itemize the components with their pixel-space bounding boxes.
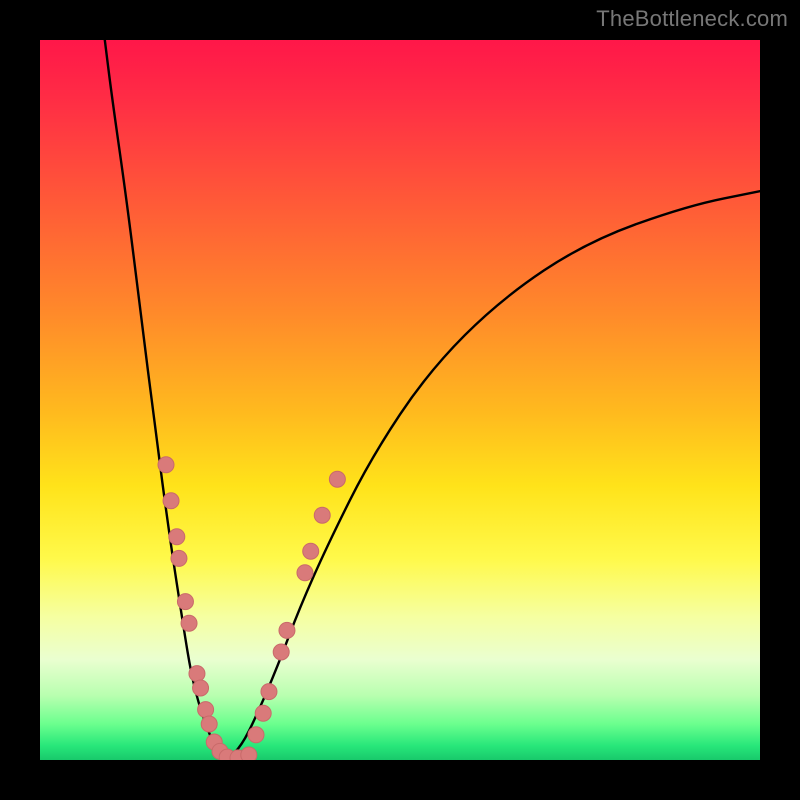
curve-marker <box>158 457 174 473</box>
plot-area <box>40 40 760 760</box>
curve-marker <box>297 565 313 581</box>
curve-marker <box>181 615 197 631</box>
curve-marker <box>261 684 277 700</box>
curve-marker <box>279 622 295 638</box>
curve-marker <box>273 644 289 660</box>
curve-marker <box>303 543 319 559</box>
curve-layer <box>40 40 760 760</box>
curve-marker <box>248 727 264 743</box>
curve-marker <box>169 529 185 545</box>
curve-marker <box>241 747 257 760</box>
curve-marker <box>171 550 187 566</box>
watermark-text: TheBottleneck.com <box>596 6 788 32</box>
curve-marker <box>177 594 193 610</box>
curve-marker <box>201 716 217 732</box>
curve-marker <box>314 507 330 523</box>
curve-marker <box>163 493 179 509</box>
bottleneck-curve-right <box>227 191 760 760</box>
curve-marker <box>193 680 209 696</box>
curve-marker <box>198 702 214 718</box>
curve-marker <box>329 471 345 487</box>
chart-stage: TheBottleneck.com <box>0 0 800 800</box>
bottleneck-curve-left <box>105 40 227 760</box>
curve-marker <box>189 666 205 682</box>
curve-markers <box>158 457 345 760</box>
curve-marker <box>255 705 271 721</box>
